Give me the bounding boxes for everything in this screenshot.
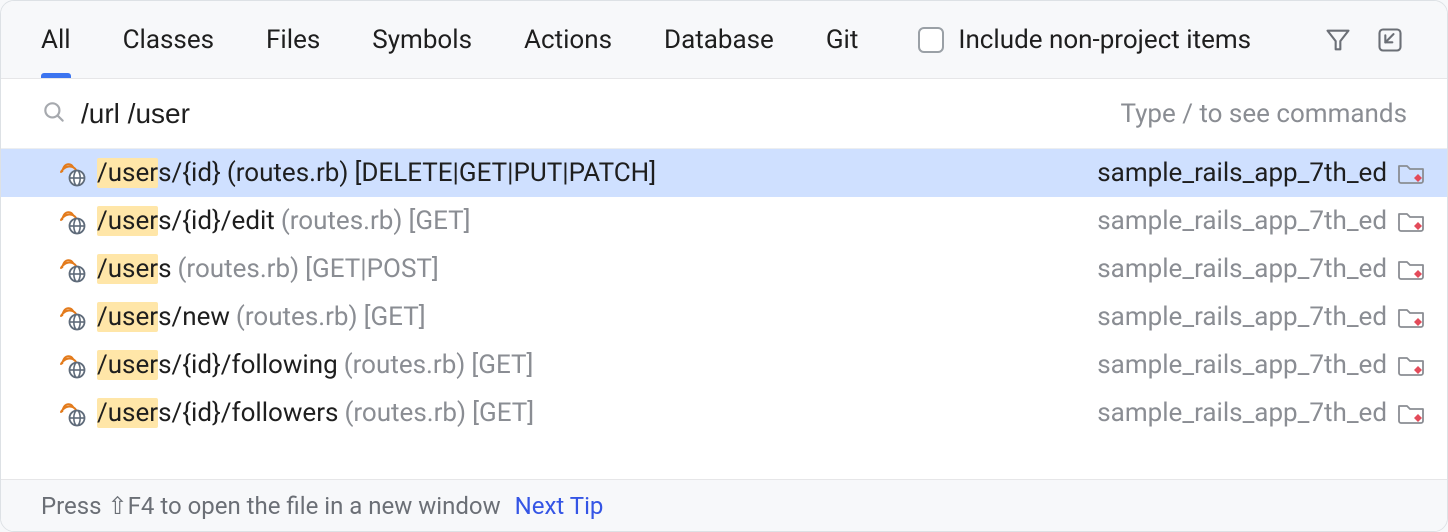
search-row: Type / to see commands — [1, 79, 1447, 149]
result-file: (routes.rb) — [227, 158, 349, 188]
toolbar-right — [1321, 23, 1407, 57]
next-tip-link[interactable]: Next Tip — [515, 492, 604, 520]
route-icon — [59, 303, 87, 331]
highlight: /user — [97, 254, 158, 284]
result-file: (routes.rb) — [178, 254, 300, 284]
tab-files[interactable]: Files — [266, 1, 320, 78]
highlight: /user — [97, 158, 158, 188]
result-path: /users/{id}/following — [97, 350, 338, 380]
tab-all[interactable]: All — [41, 1, 71, 78]
result-file: (routes.rb) — [344, 398, 466, 428]
footer-bar: Press ⇧F4 to open the file in a new wind… — [1, 479, 1447, 531]
results-list: /users/{id} (routes.rb) [DELETE|GET|PUT|… — [1, 149, 1447, 479]
result-project: sample_rails_app_7th_ed — [1097, 206, 1387, 236]
search-everywhere-popup: All Classes Files Symbols Actions Database Git… — [0, 0, 1448, 532]
route-icon — [59, 351, 87, 379]
result-methods: [GET] — [471, 350, 533, 380]
tab-database[interactable]: Database — [664, 1, 774, 78]
result-project: sample_rails_app_7th_ed — [1097, 158, 1387, 188]
result-path: /users — [97, 254, 172, 284]
folder-icon — [1397, 257, 1425, 281]
folder-icon — [1397, 209, 1425, 233]
result-row[interactable]: /users/{id}/followers (routes.rb) [GET] … — [1, 389, 1447, 437]
tab-git[interactable]: Git — [826, 1, 859, 78]
route-icon — [59, 159, 87, 187]
include-non-project-label: Include non-project items — [958, 25, 1251, 55]
folder-icon — [1397, 401, 1425, 425]
result-row[interactable]: /users/{id} (routes.rb) [DELETE|GET|PUT|… — [1, 149, 1447, 197]
result-path: /users/{id}/followers — [97, 398, 338, 428]
route-icon — [59, 399, 87, 427]
result-project: sample_rails_app_7th_ed — [1097, 302, 1387, 332]
highlight: /user — [97, 302, 158, 332]
highlight: /user — [97, 206, 158, 236]
result-row[interactable]: /users/{id}/following (routes.rb) [GET] … — [1, 341, 1447, 389]
result-methods: [GET] — [364, 302, 426, 332]
route-icon — [59, 255, 87, 283]
result-path: /users/{id} — [97, 158, 221, 188]
result-project: sample_rails_app_7th_ed — [1097, 398, 1387, 428]
tab-symbols[interactable]: Symbols — [372, 1, 472, 78]
result-methods: [GET|POST] — [305, 254, 439, 284]
route-icon — [59, 207, 87, 235]
search-input[interactable] — [81, 98, 1120, 130]
footer-text: Press ⇧F4 to open the file in a new wind… — [41, 492, 501, 520]
result-project: sample_rails_app_7th_ed — [1097, 350, 1387, 380]
result-row[interactable]: /users/{id}/edit (routes.rb) [GET] sampl… — [1, 197, 1447, 245]
result-file: (routes.rb) — [236, 302, 358, 332]
highlight: /user — [97, 398, 158, 428]
folder-icon — [1397, 305, 1425, 329]
open-in-new-window-icon[interactable] — [1373, 23, 1407, 57]
tab-classes[interactable]: Classes — [123, 1, 214, 78]
tab-bar: All Classes Files Symbols Actions Database Git… — [1, 1, 1447, 79]
filter-icon[interactable] — [1321, 23, 1355, 57]
search-hint: Type / to see commands — [1120, 99, 1407, 129]
result-row[interactable]: /users/new (routes.rb) [GET] sample_rail… — [1, 293, 1447, 341]
search-icon — [41, 99, 67, 129]
result-methods: [DELETE|GET|PUT|PATCH] — [354, 158, 656, 188]
result-path: /users/{id}/edit — [97, 206, 275, 236]
highlight: /user — [97, 350, 158, 380]
include-non-project-checkbox[interactable]: Include non-project items — [918, 25, 1251, 55]
result-methods: [GET] — [408, 206, 470, 236]
tab-actions[interactable]: Actions — [524, 1, 612, 78]
result-row[interactable]: /users (routes.rb) [GET|POST] sample_rai… — [1, 245, 1447, 293]
result-methods: [GET] — [472, 398, 534, 428]
result-path: /users/new — [97, 302, 230, 332]
result-file: (routes.rb) — [281, 206, 403, 236]
result-project: sample_rails_app_7th_ed — [1097, 254, 1387, 284]
checkbox-icon[interactable] — [918, 27, 944, 53]
folder-icon — [1397, 161, 1425, 185]
result-file: (routes.rb) — [344, 350, 466, 380]
folder-icon — [1397, 353, 1425, 377]
